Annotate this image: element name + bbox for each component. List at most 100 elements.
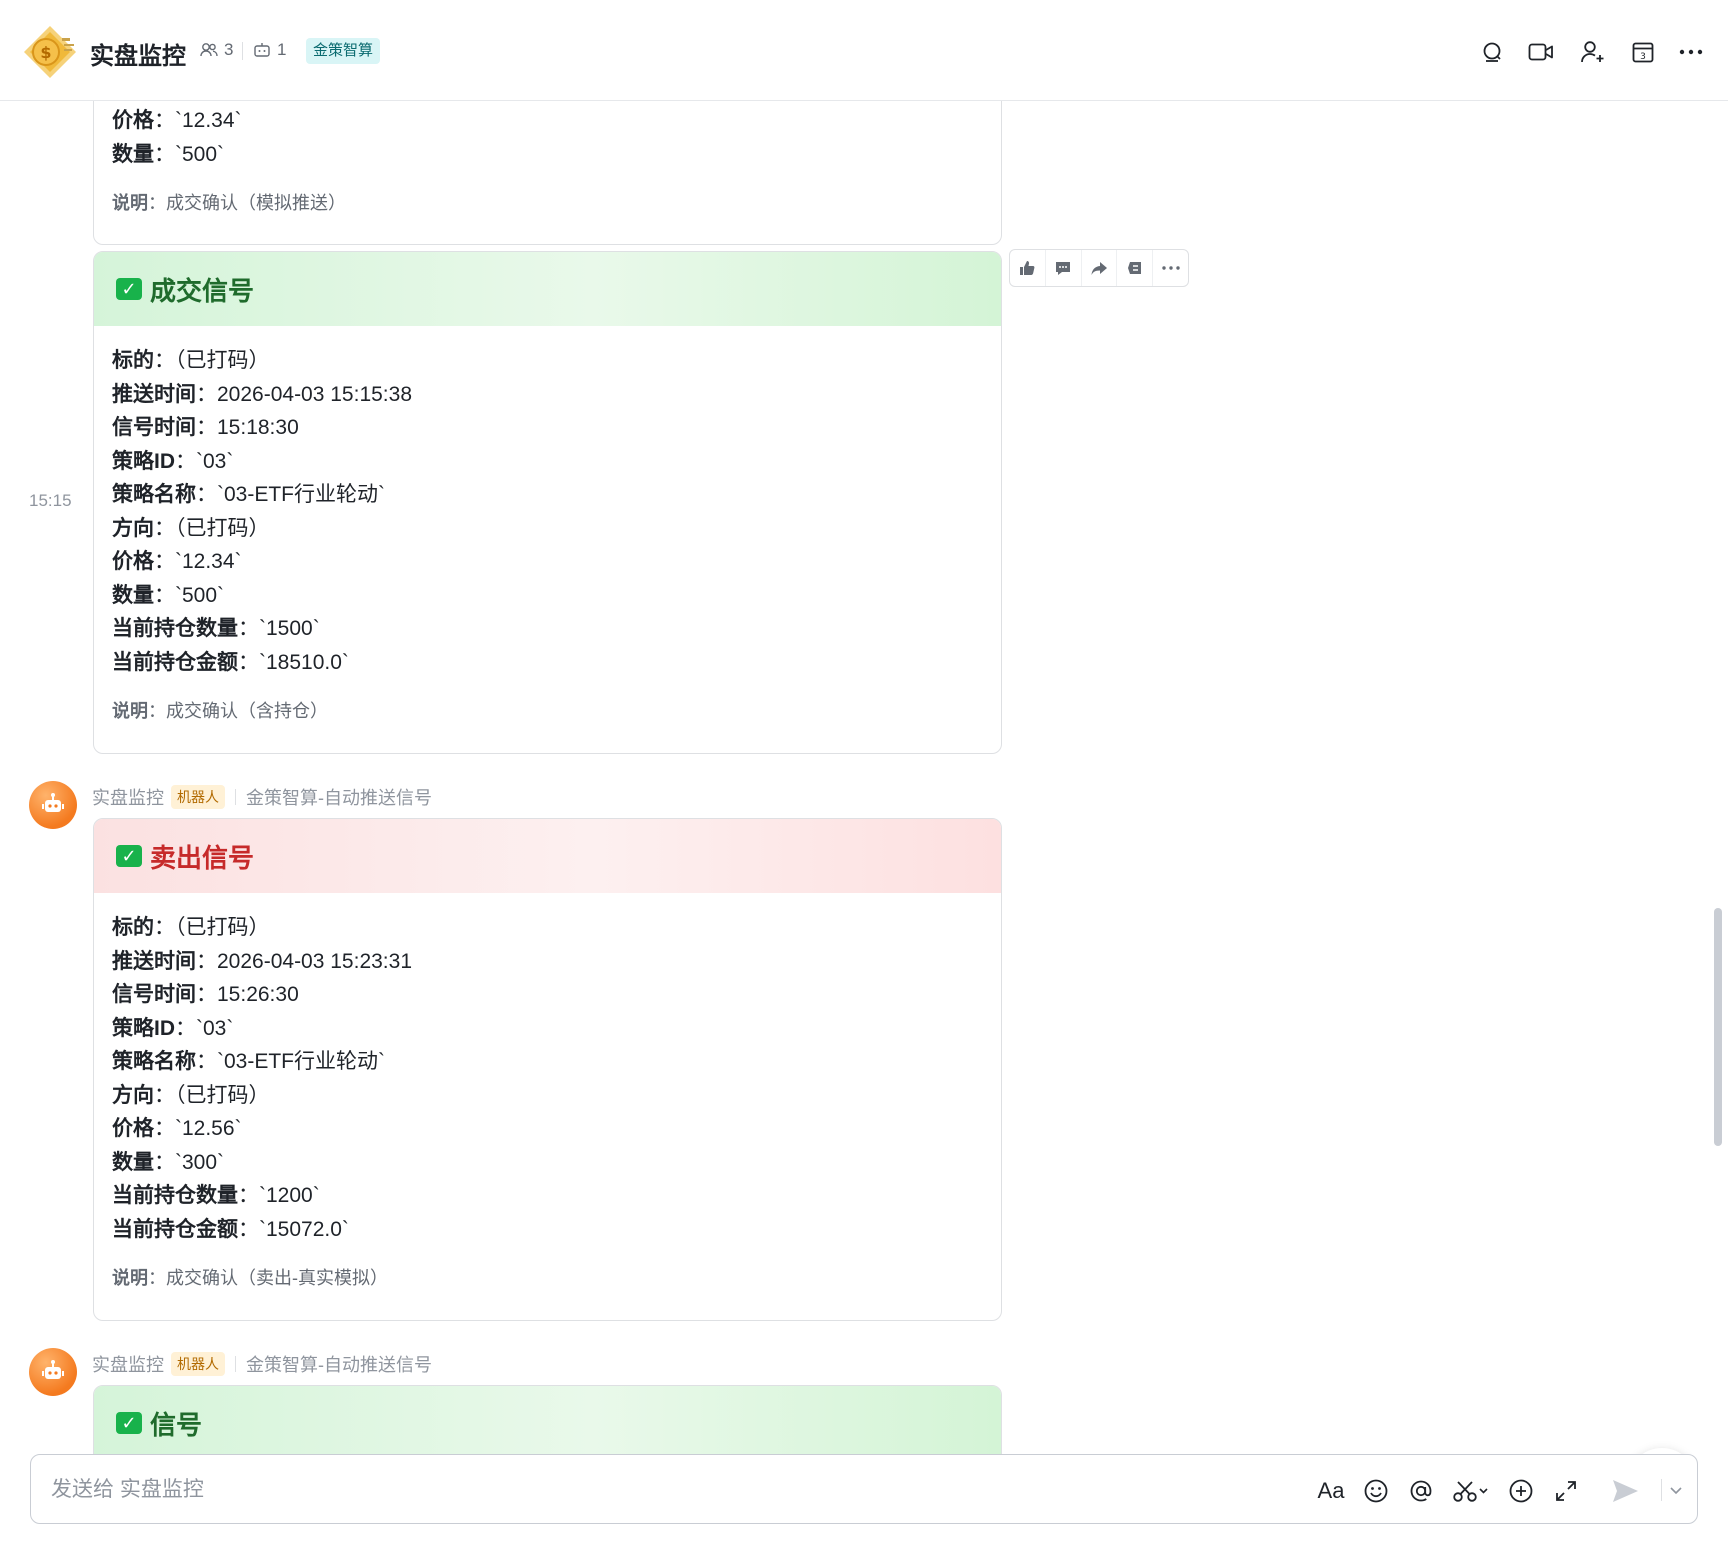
sender-divider <box>235 789 236 805</box>
target-row: 标的：（已打码） <box>112 349 270 372</box>
strategy-id-value: `03` <box>196 1016 234 1040</box>
forward-icon[interactable] <box>1082 250 1118 286</box>
bot-count[interactable]: 1 <box>253 40 286 60</box>
price-row: 价格：`12.34` <box>112 550 242 573</box>
robot-icon <box>42 1360 64 1379</box>
scissors-icon[interactable] <box>1451 1475 1491 1507</box>
price-row: 价格：`12.34` <box>112 109 242 132</box>
quantity-row: 数量：`500` <box>112 142 225 166</box>
bot-avatar[interactable] <box>29 1348 77 1396</box>
font-format-icon[interactable]: Aa <box>1315 1475 1347 1507</box>
bot-badge: 机器人 <box>171 785 225 809</box>
message-card[interactable]: ✓ 成交信号 标的：（已打码） 推送时间：2026-04-03 15:15:38… <box>93 251 1002 754</box>
svg-text:$: $ <box>40 43 51 62</box>
video-call-icon[interactable] <box>1526 37 1556 67</box>
expand-icon[interactable] <box>1550 1475 1582 1507</box>
push-time-value: 2026-04-03 15:23:31 <box>217 949 412 973</box>
message-composer[interactable]: Aa <box>30 1454 1698 1524</box>
message-list[interactable]: 价格：`12.34` 数量：`500` 说明：成交确认（模拟推送） 15:15 … <box>0 101 1728 1454</box>
scrollbar-thumb[interactable] <box>1714 908 1722 1146</box>
position-amount-row: 当前持仓金额：`18510.0` <box>112 650 349 674</box>
message-timestamp: 15:15 <box>29 491 72 510</box>
strategy-id-value: `03` <box>196 449 234 473</box>
card-header-title: 成交信号 <box>150 275 255 306</box>
send-divider <box>1661 1479 1662 1501</box>
message-hover-toolbar <box>1009 249 1189 287</box>
position-qty-value: `1500` <box>259 617 320 640</box>
check-icon: ✓ <box>116 1412 142 1434</box>
price-row: 价格：`12.56` <box>112 1117 242 1140</box>
note-row: 说明：成交确认（含持仓） <box>112 701 328 721</box>
message-card[interactable]: ✓ 卖出信号 标的：（已打码） 推送时间：2026-04-03 15:23:31… <box>93 818 1002 1321</box>
position-qty-row: 当前持仓数量：`1200` <box>112 1184 320 1207</box>
search-icon[interactable] <box>1477 37 1507 67</box>
sender-divider <box>235 1356 236 1372</box>
strategy-name-value: `03-ETF行业轮动` <box>217 1050 385 1073</box>
target-row: 标的：（已打码） <box>112 916 270 939</box>
strategy-id-row: 策略ID：`03` <box>112 449 234 473</box>
card-header: ✓ 信号 <box>94 1386 1001 1454</box>
more-icon[interactable] <box>1676 37 1706 67</box>
position-qty-row: 当前持仓数量：`1500` <box>112 617 320 640</box>
note-value: 成交确认（含持仓） <box>166 701 328 721</box>
check-icon: ✓ <box>116 845 142 867</box>
card-header-title: 信号 <box>150 1409 203 1440</box>
sender-name[interactable]: 实盘监控 <box>92 1351 164 1377</box>
mention-icon[interactable] <box>1405 1475 1437 1507</box>
bot-avatar[interactable] <box>29 781 77 829</box>
card-header-title: 卖出信号 <box>150 842 255 873</box>
pin-icon[interactable] <box>1117 250 1154 286</box>
direction-row: 方向：（已打码） <box>112 516 270 540</box>
thumbs-up-icon[interactable] <box>1010 250 1046 286</box>
add-member-icon[interactable] <box>1578 37 1608 67</box>
member-count[interactable]: 3 <box>200 40 233 60</box>
sender-name[interactable]: 实盘监控 <box>92 784 164 810</box>
quantity-value: `500` <box>175 142 225 166</box>
direction-row: 方向：（已打码） <box>112 1083 270 1107</box>
group-tag[interactable]: 金策智算 <box>306 38 381 64</box>
quantity-value: `500` <box>175 583 225 607</box>
strategy-name-row: 策略名称：`03-ETF行业轮动` <box>112 1050 385 1073</box>
price-value: `12.34` <box>175 109 242 132</box>
send-icon[interactable] <box>1609 1475 1641 1507</box>
bot-badge: 机器人 <box>171 1352 225 1376</box>
position-amount-row: 当前持仓金额：`15072.0` <box>112 1217 349 1241</box>
quantity-value: `300` <box>175 1150 225 1174</box>
check-icon: ✓ <box>116 278 142 300</box>
price-value: `12.34` <box>175 550 242 573</box>
sender-line: 实盘监控 机器人 金策智算-自动推送信号 <box>92 1351 432 1377</box>
note-value: 成交确认（卖出-真实模拟） <box>166 1268 388 1288</box>
target-value: （已打码） <box>175 916 270 939</box>
price-value: `12.56` <box>175 1117 242 1140</box>
calendar-icon[interactable]: 3 <box>1628 37 1658 67</box>
strategy-name-value: `03-ETF行业轮动` <box>217 483 385 506</box>
target-value: （已打码） <box>175 349 270 372</box>
members-icon <box>200 43 218 57</box>
plus-circle-icon[interactable] <box>1505 1475 1537 1507</box>
note-value: 成交确认（模拟推送） <box>166 193 346 213</box>
signal-time-value: 15:18:30 <box>217 416 299 439</box>
quantity-row: 数量：`500` <box>112 583 225 607</box>
chevron-down-icon[interactable] <box>1666 1475 1686 1507</box>
push-time-row: 推送时间：2026-04-03 15:23:31 <box>112 949 412 973</box>
strategy-name-row: 策略名称：`03-ETF行业轮动` <box>112 483 385 506</box>
position-amount-value: `18510.0` <box>259 650 349 674</box>
bot-count-value: 1 <box>277 40 287 59</box>
quantity-row: 数量：`300` <box>112 1150 225 1174</box>
chat-header: $ 实盘监控 3 1 金策智算 3 <box>0 0 1728 101</box>
signal-time-row: 信号时间：15:18:30 <box>112 416 299 439</box>
more-icon[interactable] <box>1153 250 1188 286</box>
direction-value: （已打码） <box>175 1083 270 1107</box>
group-avatar-coin-icon[interactable]: $ <box>22 24 78 80</box>
message-input[interactable] <box>49 1473 1153 1507</box>
position-qty-value: `1200` <box>259 1184 320 1207</box>
calendar-day: 3 <box>1640 52 1646 62</box>
position-amount-value: `15072.0` <box>259 1217 349 1241</box>
message-card[interactable]: ✓ 信号 <box>93 1385 1002 1454</box>
push-time-value: 2026-04-03 15:15:38 <box>217 382 412 406</box>
chat-title[interactable]: 实盘监控 <box>90 36 186 71</box>
emoji-icon[interactable] <box>1360 1475 1392 1507</box>
reply-icon[interactable] <box>1046 250 1082 286</box>
message-card[interactable]: 价格：`12.34` 数量：`500` 说明：成交确认（模拟推送） <box>93 101 1002 245</box>
note-row: 说明：成交确认（卖出-真实模拟） <box>112 1268 388 1288</box>
